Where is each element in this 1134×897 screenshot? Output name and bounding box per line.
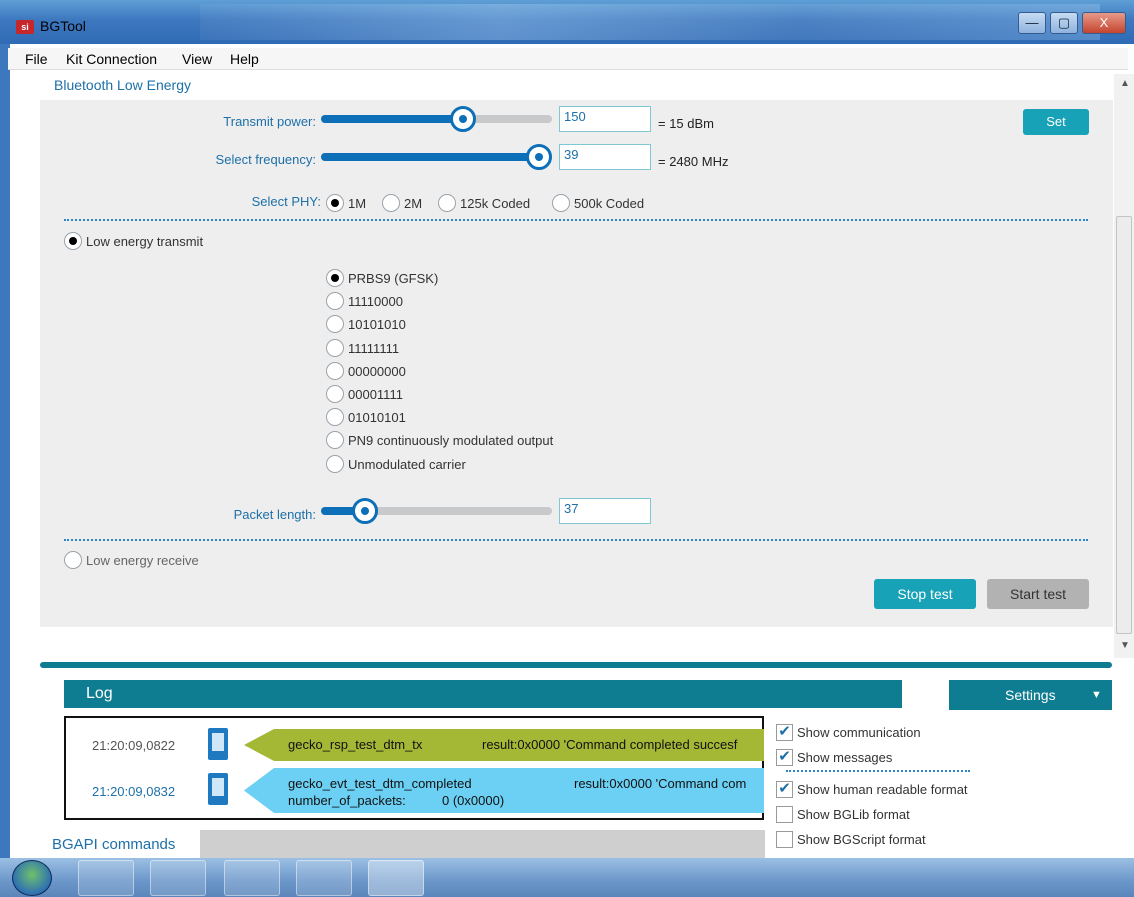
phy-125k-label: 125k Coded [460,196,531,211]
computer-icon[interactable] [78,860,134,896]
maximize-button[interactable]: ▢ [1050,12,1078,34]
chrome-icon[interactable] [224,860,280,896]
app-logo-icon: si [16,20,34,34]
pattern-radio[interactable] [326,269,344,287]
pattern-label: 00000000 [348,363,406,379]
settings-checkbox[interactable]: ✔ [776,724,793,741]
pattern-label: Unmodulated carrier [348,456,466,472]
select-phy-label: Select PHY: [251,194,321,209]
phy-500k-label: 500k Coded [574,196,645,211]
settings-checkbox[interactable] [776,806,793,823]
tab-bluetooth-low-energy[interactable]: Bluetooth Low Energy [44,74,201,100]
set-button[interactable]: Set [1023,109,1089,135]
bgapi-commands-label: BGAPI commands [52,836,176,853]
phy-1m-label: 1M [348,196,367,211]
settings-divider [786,770,970,772]
scrollbar-thumb[interactable] [1116,216,1132,634]
log-result-1: result:0x0000 'Command completed succesf [482,737,738,752]
minimize-button[interactable]: — [1018,12,1046,34]
pattern-label: PRBS9 (GFSK) [348,271,439,286]
pattern-radio[interactable] [326,361,344,380]
log-extra-label: number_of_packets: [288,793,406,808]
pattern-radio[interactable] [326,385,344,403]
phy-125k-radio[interactable] [438,194,456,212]
menu-view[interactable]: View [182,51,212,67]
stop-test-button[interactable]: Stop test [874,579,976,609]
start-button-icon[interactable] [12,860,52,896]
settings-dropdown[interactable]: Settings ▼ [949,680,1112,710]
device-icon [208,728,228,760]
chevron-down-icon: ▼ [1091,689,1102,701]
section-divider [64,219,1088,221]
packet-length-input[interactable]: 37 [559,498,651,524]
log-result-2: result:0x0000 'Command com [574,776,747,791]
title-bar [0,0,1134,44]
frequency-thumb[interactable] [526,144,552,170]
pattern-label: PN9 continuously modulated output [348,433,554,449]
select-frequency-label: Select frequency: [215,152,316,167]
menu-help[interactable]: Help [230,51,259,67]
transmit-power-dbm: = 15 dBm [658,116,715,131]
settings-option-label: Show BGLib format [797,807,910,822]
settings-option-label: Show messages [797,750,893,765]
log-extra-value: 0 (0x0000) [442,793,505,808]
settings-option-label: Show communication [797,725,921,740]
frequency-mhz: = 2480 MHz [658,154,729,169]
settings-label: Settings [1005,687,1056,703]
settings-option-label: Show human readable format [797,782,968,797]
menu-kit-connection[interactable]: Kit Connection [66,51,157,67]
window-title: BGTool [40,18,86,34]
device-icon [208,773,228,805]
frequency-fill [321,153,539,161]
log-time-2: 21:20:09,0832 [92,784,176,799]
pattern-label: 11110000 [348,294,403,310]
log-header: Log [64,680,902,708]
pattern-label: 01010101 [348,410,406,426]
folder-icon[interactable] [150,860,206,896]
pattern-radio[interactable] [326,338,344,357]
transmit-power-fill [321,115,464,123]
le-transmit-label: Low energy transmit [86,234,204,249]
pattern-label: 10101010 [348,317,406,333]
window-frame-left [0,44,10,859]
phy-1m-radio[interactable] [326,194,344,212]
log-time-1: 21:20:09,0822 [92,738,176,753]
log-cmd-2: gecko_evt_test_dtm_completed [288,776,472,791]
log-cmd-1: gecko_rsp_test_dtm_tx [288,737,423,752]
transmit-power-thumb[interactable] [450,106,477,132]
le-receive-label: Low energy receive [86,553,199,568]
section-divider-2 [64,539,1088,541]
phy-500k-radio[interactable] [552,194,570,212]
le-receive-radio[interactable] [64,551,82,569]
transmit-power-input[interactable]: 150 [559,106,651,132]
settings-checkbox[interactable]: ✔ [776,781,793,798]
settings-option-label: Show BGScript format [797,832,926,847]
bgapi-command-bar[interactable] [200,830,765,858]
start-test-button[interactable]: Start test [987,579,1089,609]
pattern-label: 00001111 [348,387,403,402]
frequency-input[interactable]: 39 [559,144,651,170]
phy-2m-label: 2M [404,196,423,211]
splitter-handle[interactable] [40,662,1112,668]
snipping-tool-icon[interactable] [296,860,352,896]
menu-bar: File Kit Connection View Help [8,48,1128,70]
bgtool-taskbar-icon[interactable] [368,860,424,896]
pattern-radio[interactable] [326,454,344,473]
pattern-label: 11111111 [348,340,400,356]
menu-file[interactable]: File [25,51,48,67]
packet-length-thumb[interactable] [351,498,378,524]
close-button[interactable]: X [1082,12,1126,34]
le-transmit-radio[interactable] [64,232,82,250]
transmit-power-slider[interactable] [321,115,552,123]
scroll-down-icon[interactable]: ▼ [1120,640,1130,651]
frequency-slider[interactable] [321,153,552,161]
settings-checkbox[interactable] [776,831,793,848]
ble-panel [40,100,1113,627]
packet-length-label: Packet length: [233,507,316,522]
transmit-power-label: Transmit power: [223,114,316,129]
settings-checkbox[interactable]: ✔ [776,749,793,766]
scroll-up-icon[interactable]: ▲ [1120,78,1130,89]
phy-2m-radio[interactable] [382,194,400,212]
